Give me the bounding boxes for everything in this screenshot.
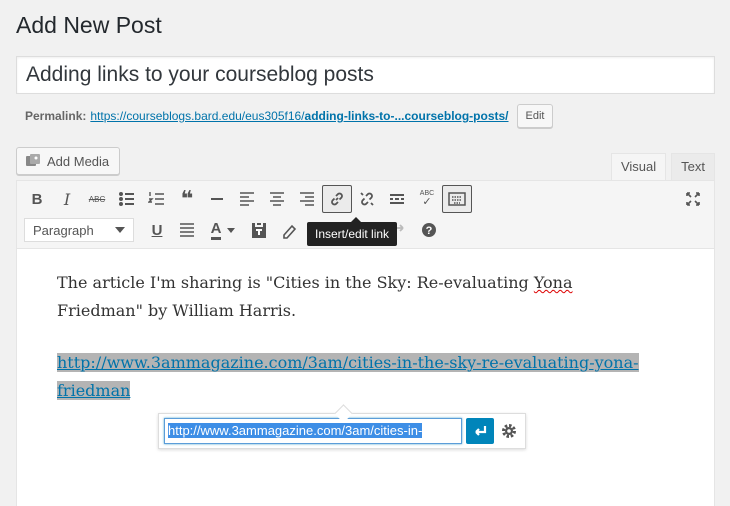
tab-visual[interactable]: Visual [610, 153, 667, 180]
link-url-input[interactable]: http://www.3ammagazine.com/3am/cities-in… [164, 418, 462, 444]
insert-link-button[interactable] [322, 185, 352, 213]
permalink-edit-button[interactable]: Edit [516, 104, 554, 128]
numbered-list-button[interactable] [142, 185, 172, 213]
align-right-button[interactable] [292, 185, 322, 213]
editor-tabs: Visual Text [610, 153, 715, 180]
horizontal-line-button[interactable] [202, 185, 232, 213]
paste-text-button[interactable] [244, 216, 274, 244]
media-icon [25, 153, 41, 169]
link-edit-popup: http://www.3ammagazine.com/3am/cities-in… [158, 413, 526, 449]
svg-text:?: ? [426, 225, 433, 237]
remove-link-button[interactable] [352, 185, 382, 213]
help-icon[interactable]: ? [414, 216, 444, 244]
clear-formatting-button[interactable] [274, 216, 304, 244]
fullscreen-button[interactable] [678, 185, 708, 213]
add-media-label: Add Media [47, 153, 110, 169]
content-paragraph: The article I'm sharing is "Cities in th… [57, 273, 573, 320]
enter-icon [475, 426, 487, 436]
chevron-down-icon [115, 227, 125, 233]
underline-button[interactable]: U [142, 216, 172, 244]
add-media-button[interactable]: Add Media [16, 147, 121, 175]
misspelled-word: Yona [533, 273, 573, 292]
toolbar-toggle-button[interactable] [442, 185, 472, 213]
strikethrough-button[interactable]: ABC [82, 185, 112, 213]
format-select-value: Paragraph [33, 222, 94, 238]
permalink-label: Permalink: [25, 109, 87, 123]
text-color-button[interactable]: A [202, 216, 244, 244]
post-title-input[interactable]: Adding links to your courseblog posts [16, 56, 715, 94]
editor-content[interactable]: The article I'm sharing is "Cities in th… [57, 269, 657, 429]
permalink-link[interactable]: https://courseblogs.bard.edu/eus305f16/a… [90, 109, 508, 123]
link-options-gear-icon[interactable] [498, 419, 520, 443]
page-title: Add New Post [16, 12, 162, 38]
toolbar-row-1: B I ABC ❝ ABC ✓ [22, 185, 472, 213]
insert-link-tooltip: Insert/edit link [307, 217, 398, 246]
italic-button[interactable]: I [52, 185, 82, 213]
bold-button[interactable]: B [22, 185, 52, 213]
align-left-button[interactable] [232, 185, 262, 213]
format-select[interactable]: Paragraph [24, 218, 134, 242]
justify-button[interactable] [172, 216, 202, 244]
read-more-button[interactable] [382, 185, 412, 213]
bulleted-list-button[interactable] [112, 185, 142, 213]
blockquote-button[interactable]: ❝ [172, 185, 202, 213]
permalink-row: Permalink: https://courseblogs.bard.edu/… [25, 104, 554, 128]
content-link-paragraph: http://www.3ammagazine.com/3am/cities-in… [57, 349, 657, 405]
selected-link[interactable]: http://www.3ammagazine.com/3am/cities-in… [57, 353, 639, 400]
apply-link-button[interactable] [466, 418, 494, 444]
spellcheck-button[interactable]: ABC ✓ [412, 185, 442, 213]
align-center-button[interactable] [262, 185, 292, 213]
tab-text[interactable]: Text [671, 153, 715, 180]
